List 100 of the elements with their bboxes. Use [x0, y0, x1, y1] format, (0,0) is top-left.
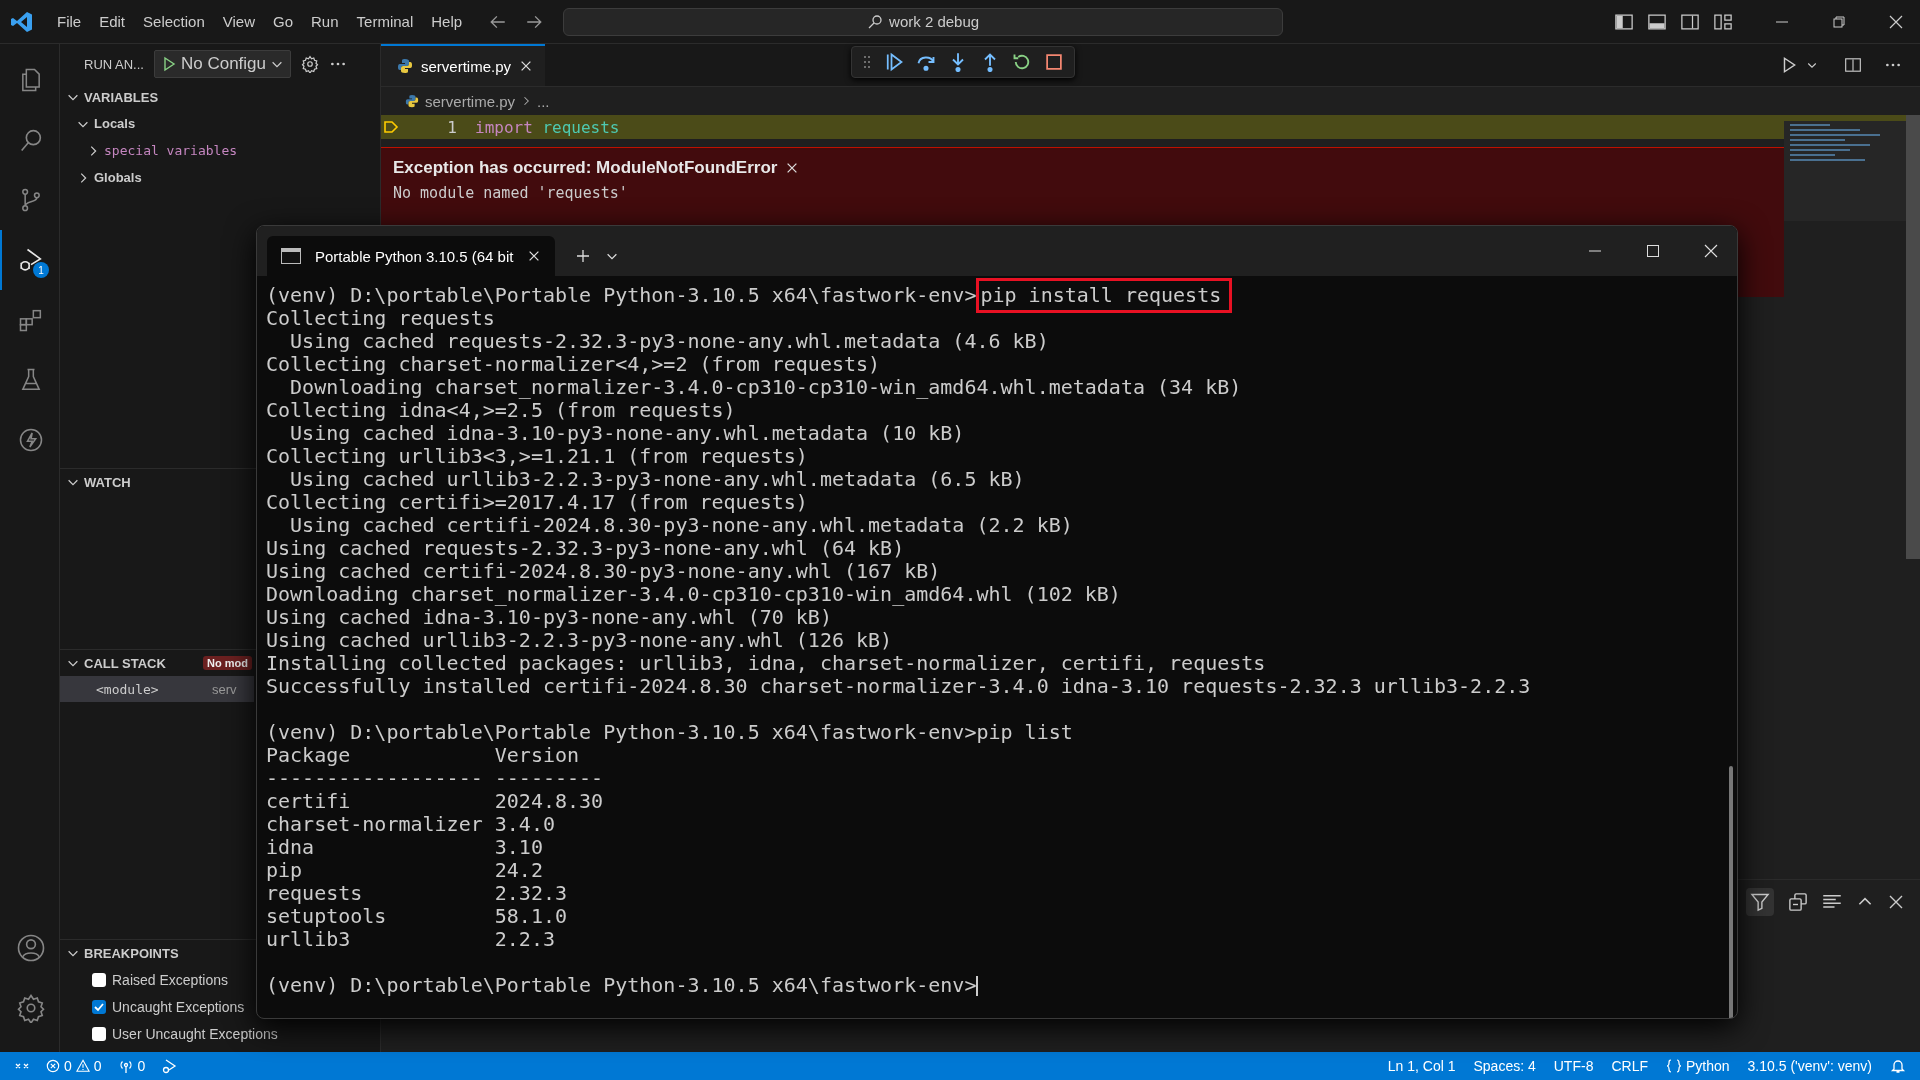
settings-icon[interactable] [301, 55, 320, 73]
panel-title: RUN AN... [84, 56, 144, 72]
status-item[interactable]: CRLF [1611, 1058, 1648, 1074]
terminal-output-line: Downloading charset_normalizer-3.4.0-cp310-cp310-win_amd64.whl (102 kB) [266, 583, 1122, 606]
terminal-output-line: Installing collected packages: urllib3, idna, charset-normalizer, certifi, requests [266, 652, 1267, 675]
status-item[interactable]: Ln 1, Col 1 [1387, 1058, 1456, 1074]
terminal-command: pip install requests [976, 278, 1233, 313]
terminal-output-line: Collecting charset-normalizer<4,>=2 (from requests) [266, 353, 882, 376]
menu-item[interactable]: File [48, 9, 91, 34]
problems-indicator[interactable]: 0 0 [46, 1058, 102, 1074]
settings-icon[interactable] [15, 993, 46, 1023]
checkbox-label: User Uncaught Exceptions [112, 1025, 278, 1042]
status-item[interactable]: 3.10.5 ('venv': venv) [1747, 1058, 1872, 1074]
collapse-all-icon[interactable] [1788, 892, 1808, 912]
checkbox[interactable] [92, 1026, 106, 1041]
section-title[interactable]: CALL STACK [84, 655, 166, 671]
configuration-dropdown[interactable]: No Configu [153, 50, 292, 78]
stop-icon[interactable] [1044, 52, 1064, 72]
scrollbar[interactable] [1729, 766, 1733, 1018]
terminal-prompt: (venv) D:\portable\Portable Python-3.10.5 x64\fastwork-env> [266, 974, 977, 997]
editor-tab[interactable]: servertime.py [381, 44, 546, 86]
terminal-output-line: Collecting idna<4,>=2.5 (from requests) [266, 399, 736, 422]
search-icon [867, 13, 884, 30]
line-number: 1 [446, 117, 458, 137]
terminal-output-line: Using cached certifi-2024.8.30-py3-none-any.whl.metadata (2.2 kB) [289, 514, 1074, 537]
sidebar-toggle-icon[interactable] [1614, 11, 1634, 32]
filter-button[interactable] [1746, 888, 1774, 916]
menu-item[interactable]: View [213, 9, 264, 34]
close-icon[interactable] [1888, 894, 1904, 910]
braces-icon [1666, 1059, 1682, 1073]
terminal-output-line: Using cached requests-2.32.3-py3-none-any.whl.metadata (4.6 kB) [289, 330, 1050, 353]
terminal-output-line: Using cached urllib3-2.2.3-py3-none-any.whl.metadata (6.5 kB) [289, 468, 1026, 491]
section-title[interactable]: WATCH [84, 474, 131, 490]
menu-item[interactable]: Terminal [347, 9, 423, 34]
terminal-command: pip list [976, 721, 1073, 744]
menu-item[interactable]: Go [264, 9, 302, 34]
terminal-output-line: pip 24.2 [266, 859, 544, 882]
terminal-output-line: Collecting certifi>=2017.4.17 (from requests) [266, 491, 809, 514]
continue-icon[interactable] [884, 52, 904, 72]
section-title[interactable]: BREAKPOINTS [84, 945, 179, 961]
status-item[interactable]: Python [1666, 1058, 1730, 1074]
status-badge: No mod [203, 656, 252, 670]
tree-item[interactable]: special variables [104, 143, 238, 158]
menu-item[interactable]: Run [302, 9, 348, 34]
layout-icon[interactable] [1713, 11, 1733, 32]
checkbox[interactable] [92, 999, 106, 1014]
section-title[interactable]: VARIABLES [84, 89, 159, 105]
exception-message: No module named 'requests' [393, 184, 629, 202]
menu-item[interactable]: Help [422, 9, 472, 34]
terminal-output-line: ------------------ --------- [266, 767, 605, 790]
code-text: import requests [475, 117, 620, 137]
tree-item[interactable]: Globals [94, 170, 142, 185]
terminal-output-line: Using cached urllib3-2.2.3-py3-none-any.whl (126 kB) [266, 629, 894, 652]
terminal-output-line: Using cached idna-3.10-py3-none-any.whl.metadata (10 kB) [289, 422, 966, 445]
breadcrumb-item[interactable]: servertime.py [425, 92, 516, 110]
terminal-output-line: urllib3 2.2.3 [266, 928, 556, 951]
terminal-tab[interactable]: Portable Python 3.10.5 (64 bit [267, 236, 556, 276]
drag-handle-icon[interactable] [862, 54, 872, 70]
bell-icon[interactable] [1890, 1058, 1906, 1074]
new-tab-icon[interactable] [575, 248, 592, 264]
debug-launch-icon[interactable] [161, 1058, 178, 1074]
tree-item[interactable]: Locals [94, 116, 136, 131]
checkbox[interactable] [92, 972, 106, 987]
activity-tab[interactable]: 1 [0, 230, 59, 290]
exception-title: Exception has occurred: ModuleNotFoundError [393, 158, 778, 178]
chevron-icon [521, 95, 532, 107]
checkbox-label: Uncaught Exceptions [112, 998, 245, 1015]
terminal-output-line: requests 2.32.3 [266, 882, 569, 905]
status-item[interactable]: Spaces: 4 [1473, 1058, 1536, 1074]
status-item[interactable]: UTF-8 [1553, 1058, 1594, 1074]
close-icon[interactable] [1703, 243, 1719, 259]
terminal-output-line: Collecting requests [266, 307, 496, 330]
current-line-arrow-icon [383, 119, 399, 135]
app-logo-icon[interactable] [10, 9, 34, 34]
frame-name: <module> [95, 681, 160, 697]
maximize-icon[interactable] [1645, 243, 1661, 259]
account-icon[interactable] [15, 933, 46, 963]
restore-icon[interactable] [1831, 13, 1847, 30]
close-icon[interactable] [1888, 13, 1904, 30]
checkbox-label: Raised Exceptions [112, 971, 228, 988]
terminal-output-line: Using cached requests-2.32.3-py3-none-any.whl (64 kB) [266, 537, 906, 560]
restart-icon[interactable] [1012, 52, 1032, 72]
split-editor-icon[interactable] [1844, 56, 1862, 74]
terminal-output-line: Downloading charset_normalizer-3.4.0-cp310-cp310-win_amd64.whl.metadata (34 kB) [289, 376, 1243, 399]
menu-item[interactable]: Selection [134, 9, 214, 34]
terminal-icon [281, 248, 301, 264]
terminal-output-line: Using cached certifi-2024.8.30-py3-none-any.whl (167 kB) [266, 560, 942, 583]
terminal-output-line: charset-normalizer 3.4.0 [266, 813, 556, 836]
stack-frame-row[interactable]: <module> serv [60, 676, 254, 702]
ports-indicator[interactable]: 0 [117, 1058, 146, 1074]
terminal-output-line: setuptools 58.1.0 [266, 905, 569, 928]
secondary-sidebar-icon[interactable] [1680, 11, 1700, 32]
scrollbar[interactable] [1906, 115, 1920, 559]
terminal-output-line: Successfully installed certifi-2024.8.30 charset-normalizer-3.4.0 idna-3.10 requests-2.32.3 urllib3-2.2.3 [266, 675, 1532, 698]
panel-toggle-icon[interactable] [1647, 11, 1667, 32]
menu-item[interactable]: Edit [90, 9, 135, 34]
count-badge: 1 [33, 262, 49, 278]
python-file-icon [405, 94, 419, 108]
breadcrumb-item[interactable]: ... [537, 92, 550, 110]
command-search-field[interactable]: work 2 debug [563, 7, 1284, 36]
